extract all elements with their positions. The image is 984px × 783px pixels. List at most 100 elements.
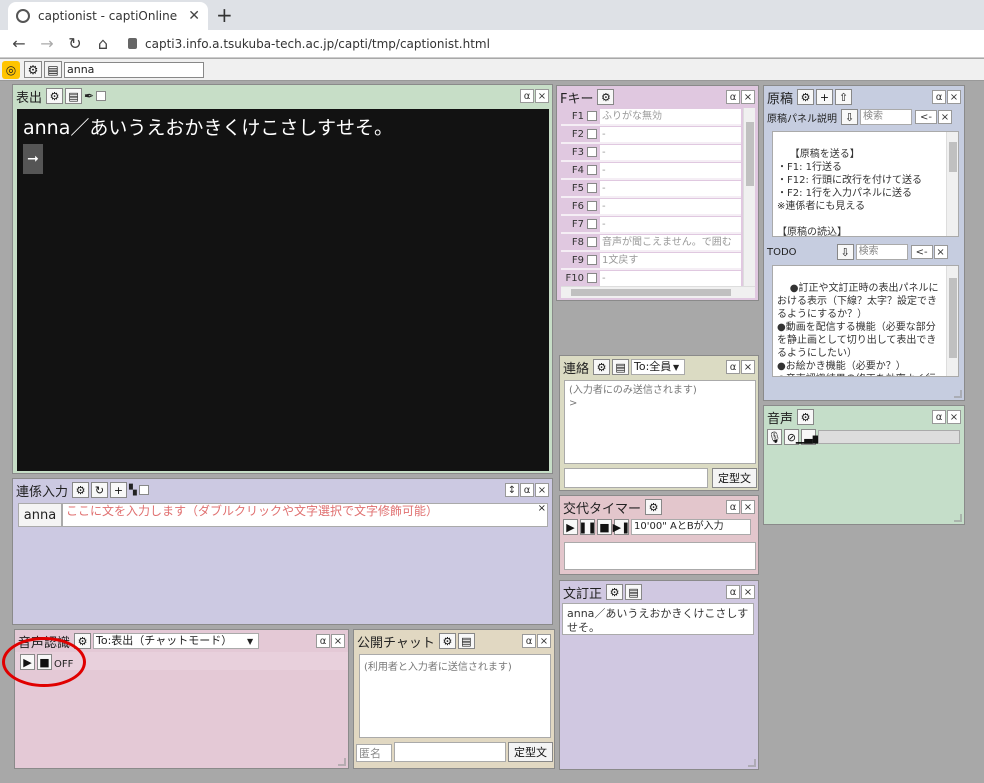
fkey-checkbox[interactable] <box>587 273 597 283</box>
public-chat-input[interactable] <box>394 742 506 762</box>
arrow-right-icon[interactable]: ➞ <box>23 144 43 174</box>
tab-close-icon[interactable]: ✕ <box>188 8 200 24</box>
public-chat-log[interactable]: (利用者と入力者に送信されます) <box>359 654 551 738</box>
gear-icon[interactable]: ⚙ <box>797 89 815 105</box>
gear-icon[interactable]: ⚙ <box>74 633 92 649</box>
format-icon[interactable]: ▚ <box>129 485 137 496</box>
fkey-value-input[interactable]: - <box>600 198 741 214</box>
gear-icon[interactable]: ⚙ <box>593 359 611 375</box>
close-button[interactable]: × <box>741 90 755 104</box>
browser-tab[interactable]: captionist - captiOnline ✕ <box>8 2 208 30</box>
microphone-icon[interactable]: 🎙 <box>767 429 782 445</box>
settings-button[interactable]: ⚙ <box>24 61 42 78</box>
resize-vertical-icon[interactable]: ↕ <box>505 483 519 497</box>
renraku-input[interactable] <box>564 468 708 488</box>
gear-icon[interactable]: ⚙ <box>645 499 663 515</box>
close-button[interactable]: × <box>537 634 551 648</box>
gear-icon[interactable]: ⚙ <box>597 89 615 105</box>
pause-icon[interactable]: ❚❚ <box>578 519 597 535</box>
add-icon[interactable]: + <box>816 89 834 105</box>
search-input[interactable]: 検索 <box>860 109 912 125</box>
upload-icon[interactable]: ⇧ <box>835 89 853 105</box>
download-icon[interactable]: ⇩ <box>836 244 854 260</box>
teikei-button[interactable]: 定型文 <box>508 742 553 762</box>
pin-checkbox[interactable] <box>96 91 107 101</box>
refresh-icon[interactable]: ↻ <box>91 482 109 498</box>
format-checkbox[interactable] <box>138 485 149 495</box>
fkey-checkbox[interactable] <box>587 237 597 247</box>
alpha-button[interactable]: α <box>520 89 534 103</box>
reload-icon[interactable]: ↻ <box>68 34 82 53</box>
close-button[interactable]: × <box>535 89 549 103</box>
resize-grip[interactable] <box>338 758 346 766</box>
alpha-button[interactable]: α <box>520 483 534 497</box>
close-button[interactable]: × <box>535 483 549 497</box>
resize-grip[interactable] <box>954 514 962 522</box>
fkey-value-input[interactable]: ふりがな無効 <box>600 108 741 124</box>
gear-icon[interactable]: ⚙ <box>606 584 624 600</box>
renkei-text-input[interactable]: ここに文を入力します（ダブルクリックや文字選択で文字修飾可能） <box>62 503 548 527</box>
timer-memo[interactable] <box>564 542 756 570</box>
note-icon[interactable]: ▤ <box>625 584 643 600</box>
close-button[interactable]: × <box>938 110 952 124</box>
recipient-select[interactable]: To:表出（チャットモード） <box>93 633 260 649</box>
play-icon[interactable]: ▶ <box>563 519 578 535</box>
fkey-checkbox[interactable] <box>587 219 597 229</box>
fkey-checkbox[interactable] <box>587 111 597 121</box>
user-name-input[interactable]: anna <box>64 61 204 78</box>
alpha-button[interactable]: α <box>726 500 740 514</box>
back-button[interactable]: <- <box>910 245 933 259</box>
fkey-checkbox[interactable] <box>587 147 597 157</box>
gear-icon[interactable]: ⚙ <box>72 482 90 498</box>
play-icon[interactable]: ▶ <box>20 654 35 670</box>
search-input[interactable]: 検索 <box>855 244 908 260</box>
alpha-button[interactable]: α <box>522 634 536 648</box>
note-icon[interactable]: ▤ <box>65 88 83 104</box>
scrollbar[interactable] <box>743 108 755 286</box>
fkey-value-input[interactable]: - <box>600 144 741 160</box>
alpha-button[interactable]: α <box>932 410 946 424</box>
scrollbar[interactable] <box>946 266 958 376</box>
gear-icon[interactable]: ⚙ <box>438 633 456 649</box>
close-button[interactable]: × <box>331 634 345 648</box>
pin-icon[interactable]: ✒ <box>84 89 94 103</box>
stop-icon[interactable]: ■ <box>37 654 52 670</box>
close-button[interactable]: × <box>947 90 961 104</box>
genko-text-1[interactable]: 【原稿を送る】 ・F1: 1行送る ・F12: 行頭に改行を付けて送る ・F2:… <box>772 131 959 237</box>
close-button[interactable]: × <box>933 245 948 259</box>
back-button[interactable]: <- <box>915 110 937 124</box>
fkey-checkbox[interactable] <box>587 255 597 265</box>
note-icon[interactable]: ▤ <box>612 359 630 375</box>
fkey-checkbox[interactable] <box>587 183 597 193</box>
signal-bars-icon[interactable]: ▁▃▅ <box>796 429 821 445</box>
alpha-button[interactable]: α <box>726 585 740 599</box>
scrollbar[interactable] <box>946 132 958 236</box>
alpha-button[interactable]: α <box>316 634 330 648</box>
fkey-value-input[interactable]: - <box>600 162 741 178</box>
notebook-button[interactable]: ▤ <box>44 61 62 78</box>
fkey-value-input[interactable]: - <box>600 180 741 196</box>
alpha-button[interactable]: α <box>726 360 740 374</box>
renraku-log[interactable]: (入力者にのみ送信されます) > <box>564 380 756 464</box>
close-button[interactable]: × <box>741 585 755 599</box>
close-button[interactable]: × <box>947 410 961 424</box>
alpha-button[interactable]: α <box>726 90 740 104</box>
close-button[interactable]: × <box>741 360 755 374</box>
bunteisei-text[interactable]: anna／あいうえおかきくけこさしすせそ。 <box>562 603 754 635</box>
back-icon[interactable]: ← <box>12 34 26 53</box>
teikei-button[interactable]: 定型文 <box>712 468 757 488</box>
fkey-checkbox[interactable] <box>587 165 597 175</box>
close-button[interactable]: × <box>741 500 755 514</box>
fkey-value-input[interactable]: 1文戻す <box>600 252 741 268</box>
resize-grip[interactable] <box>954 390 962 398</box>
fkey-checkbox[interactable] <box>587 129 597 139</box>
horizontal-scrollbar[interactable] <box>561 286 755 298</box>
download-icon[interactable]: ⇩ <box>841 109 858 125</box>
fkey-value-input[interactable]: - <box>600 270 741 286</box>
home-icon[interactable]: ⌂ <box>96 34 110 53</box>
add-icon[interactable]: + <box>110 482 128 498</box>
gear-icon[interactable]: ⚙ <box>797 409 815 425</box>
note-icon[interactable]: ▤ <box>457 633 475 649</box>
fkey-checkbox[interactable] <box>587 201 597 211</box>
fkey-value-input[interactable]: - <box>600 126 741 142</box>
